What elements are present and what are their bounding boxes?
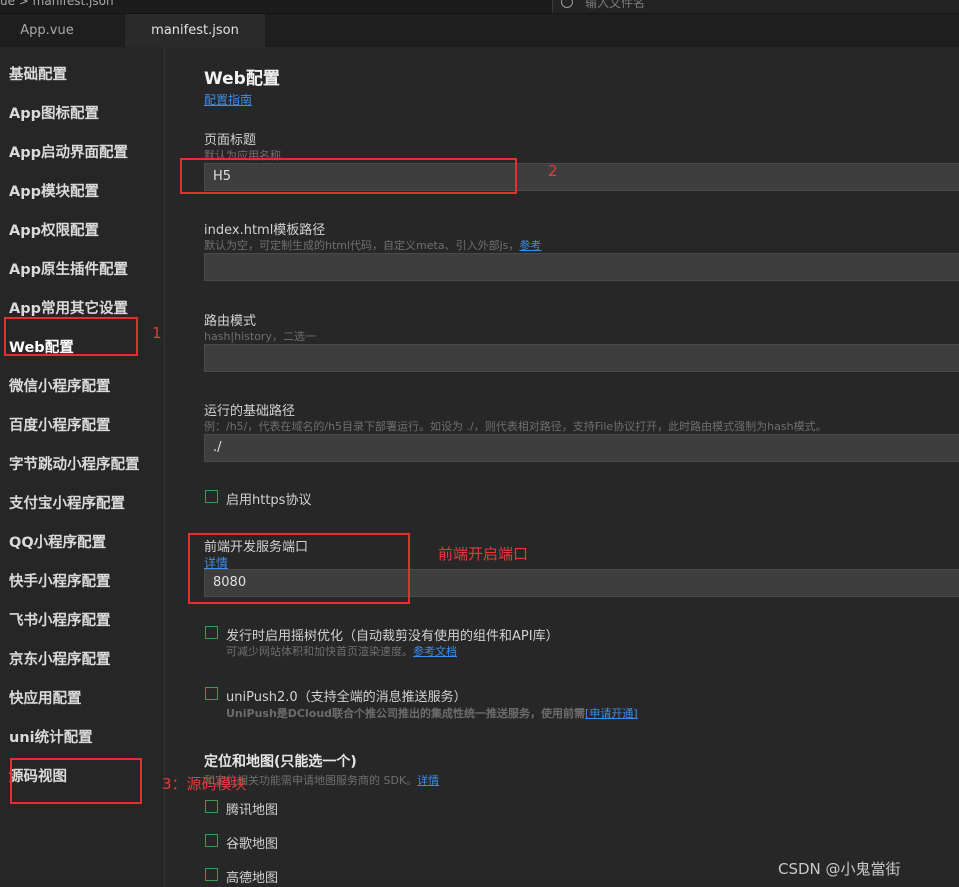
- annotation-box-dev-port: [188, 533, 410, 604]
- unipush-label: uniPush2.0（支持全端的消息推送服务）: [226, 690, 467, 705]
- sidebar-item-alipay[interactable]: 支付宝小程序配置: [9, 492, 125, 513]
- annotation-number-3: 3：源码模块: [162, 775, 247, 793]
- sidebar-item-kuaishou[interactable]: 快手小程序配置: [9, 570, 111, 591]
- sidebar-item-uni-stat[interactable]: uni统计配置: [9, 726, 93, 747]
- base-path-input[interactable]: ./: [204, 434, 959, 462]
- unipush-hint-text: UniPush是DCloud联合个推公司推出的集成性统一推送服务，使用前需: [226, 707, 586, 720]
- unipush-apply-link[interactable]: [申请开通]: [585, 707, 638, 720]
- csdn-watermark: CSDN @小鬼當街: [778, 860, 901, 878]
- router-mode-input[interactable]: [204, 344, 959, 372]
- annotation-number-2: 2: [548, 162, 558, 180]
- sidebar-item-app-modules[interactable]: App模块配置: [9, 180, 99, 201]
- sidebar-item-app-native-plugins[interactable]: App原生插件配置: [9, 258, 128, 279]
- template-path-ref-link[interactable]: 参考: [519, 239, 541, 252]
- google-map-checkbox[interactable]: [205, 834, 218, 847]
- google-map-label: 谷歌地图: [226, 837, 279, 852]
- editor-tab-bar: App.vue manifest.json: [0, 14, 959, 47]
- sidebar-item-basic[interactable]: 基础配置: [9, 63, 67, 84]
- template-path-input[interactable]: [204, 253, 959, 281]
- search-icon: [561, 0, 573, 8]
- page-title: Web配置: [204, 69, 280, 89]
- base-path-label: 运行的基础路径: [204, 404, 296, 419]
- treeshake-hint: 可减少网站体积和加快首页渲染速度。参考文档: [226, 643, 457, 659]
- router-mode-hint: hash|history，二选一: [204, 330, 316, 343]
- template-path-label: index.html模板路径: [204, 223, 326, 238]
- https-checkbox[interactable]: [205, 490, 218, 503]
- sidebar-item-toutiao[interactable]: 字节跳动小程序配置: [9, 453, 140, 474]
- maps-section-title: 定位和地图(只能选一个): [204, 754, 357, 770]
- tencent-map-checkbox[interactable]: [205, 800, 218, 813]
- amap-label: 高德地图: [226, 871, 279, 886]
- sidebar-item-feishu[interactable]: 飞书小程序配置: [9, 609, 111, 630]
- sidebar-item-baidu[interactable]: 百度小程序配置: [9, 414, 111, 435]
- sidebar-item-jd[interactable]: 京东小程序配置: [9, 648, 111, 669]
- annotation-box-source-view: [10, 758, 142, 804]
- treeshake-docs-link[interactable]: 参考文档: [413, 645, 457, 658]
- annotation-number-1: 1: [152, 324, 162, 342]
- tencent-map-label: 腾讯地图: [226, 803, 279, 818]
- sidebar-item-app-other[interactable]: App常用其它设置: [9, 297, 128, 318]
- top-strip: ue > manifest.json 输入文件名: [0, 0, 959, 14]
- sidebar-item-qq[interactable]: QQ小程序配置: [9, 531, 106, 552]
- base-path-hint: 例：/h5/，代表在域名的/h5目录下部署运行。如设为 ./，则代表相对路径，支…: [204, 420, 827, 433]
- treeshake-checkbox[interactable]: [205, 626, 218, 639]
- file-search-placeholder: 输入文件名: [585, 0, 646, 10]
- page-title-label: 页面标题: [204, 133, 257, 148]
- breadcrumb: ue > manifest.json: [0, 0, 114, 8]
- sidebar-item-app-icon[interactable]: App图标配置: [9, 102, 99, 123]
- config-guide-link[interactable]: 配置指南: [204, 91, 252, 108]
- sidebar-item-quickapp[interactable]: 快应用配置: [9, 687, 82, 708]
- sidebar-item-app-permissions[interactable]: App权限配置: [9, 219, 99, 240]
- treeshake-label: 发行时启用摇树优化（自动裁剪没有使用的组件和API库）: [226, 629, 559, 644]
- annotation-box-page-title: [180, 158, 517, 194]
- unipush-hint: UniPush是DCloud联合个推公司推出的集成性统一推送服务，使用前需[申请…: [226, 705, 638, 721]
- template-path-hint: 默认为空，可定制生成的html代码，自定义meta、引入外部js，参考: [204, 237, 541, 253]
- treeshake-hint-text: 可减少网站体积和加快首页渲染速度。: [226, 645, 413, 658]
- template-path-hint-text: 默认为空，可定制生成的html代码，自定义meta、引入外部js，: [204, 239, 520, 252]
- maps-details-link[interactable]: 详情: [417, 774, 439, 787]
- annotation-box-web-config: [4, 317, 138, 356]
- sidebar-item-weixin[interactable]: 微信小程序配置: [9, 375, 111, 396]
- file-search-input[interactable]: 输入文件名: [552, 0, 959, 13]
- amap-checkbox[interactable]: [205, 868, 218, 881]
- annotation-port-note: 前端开启端口: [438, 545, 529, 563]
- tab-manifest-json[interactable]: manifest.json: [125, 14, 265, 47]
- router-mode-label: 路由模式: [204, 314, 257, 329]
- unipush-checkbox[interactable]: [205, 687, 218, 700]
- tab-app-vue[interactable]: App.vue: [0, 14, 94, 47]
- sidebar-item-app-splash[interactable]: App启动界面配置: [9, 141, 128, 162]
- https-label: 启用https协议: [226, 493, 312, 508]
